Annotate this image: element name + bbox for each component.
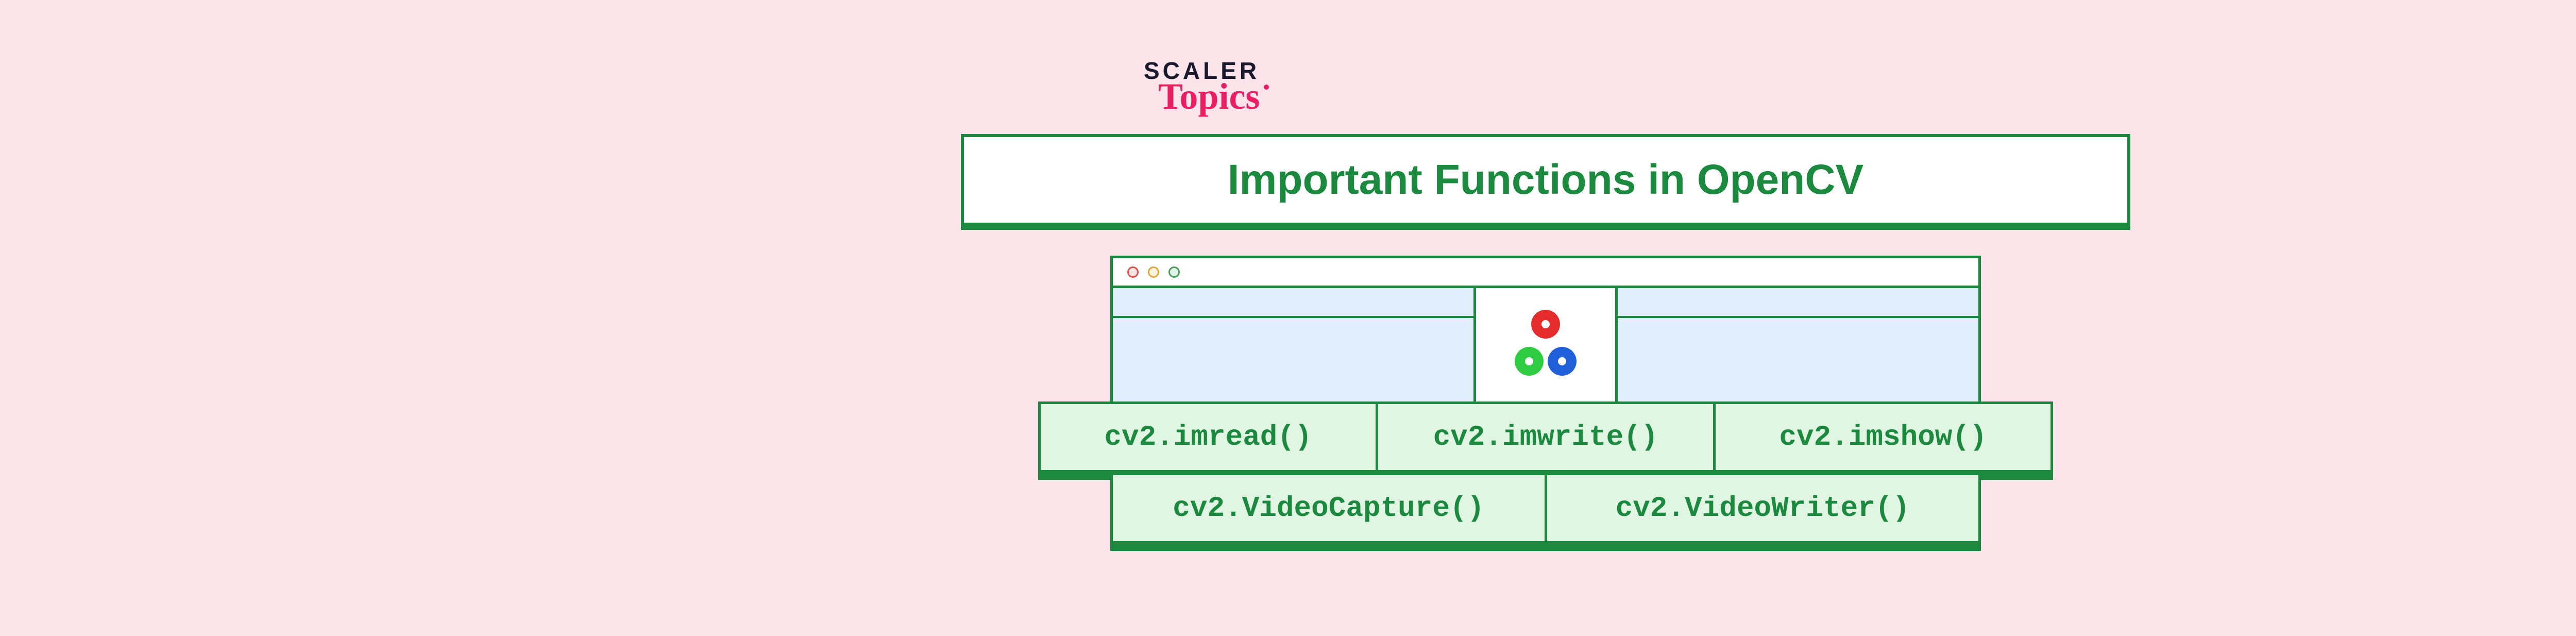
title-box: Important Functions in OpenCV — [961, 134, 2130, 230]
fn-imread: cv2.imread() — [1038, 401, 1378, 473]
window-close-icon — [1127, 266, 1139, 278]
fn-videowriter: cv2.VideoWriter() — [1545, 473, 1981, 544]
window-maximize-icon — [1168, 266, 1180, 278]
window-body — [1113, 288, 1978, 401]
function-row-1: cv2.imread() cv2.imwrite() cv2.imshow() — [1038, 401, 2053, 480]
scaler-topics-logo: SCALER Topics — [1144, 57, 1260, 118]
opencv-logo-box — [1473, 286, 1618, 404]
window-titlebar — [1113, 258, 1978, 288]
diagram-container: Important Functions in OpenCV cv2.imread… — [961, 134, 2130, 551]
fn-imshow: cv2.imshow() — [1713, 401, 2053, 473]
fn-videocapture: cv2.VideoCapture() — [1110, 473, 1547, 544]
browser-window — [1110, 256, 1981, 404]
function-row-2: cv2.VideoCapture() cv2.VideoWriter() — [1110, 473, 1981, 551]
logo-line2: Topics — [1158, 75, 1260, 118]
opencv-logo-icon — [1504, 304, 1587, 386]
title-part2: in OpenCV — [1636, 156, 1863, 203]
fn-imwrite: cv2.imwrite() — [1376, 401, 1716, 473]
window-minimize-icon — [1148, 266, 1159, 278]
title-part1: Important Functions — [1228, 156, 1636, 203]
